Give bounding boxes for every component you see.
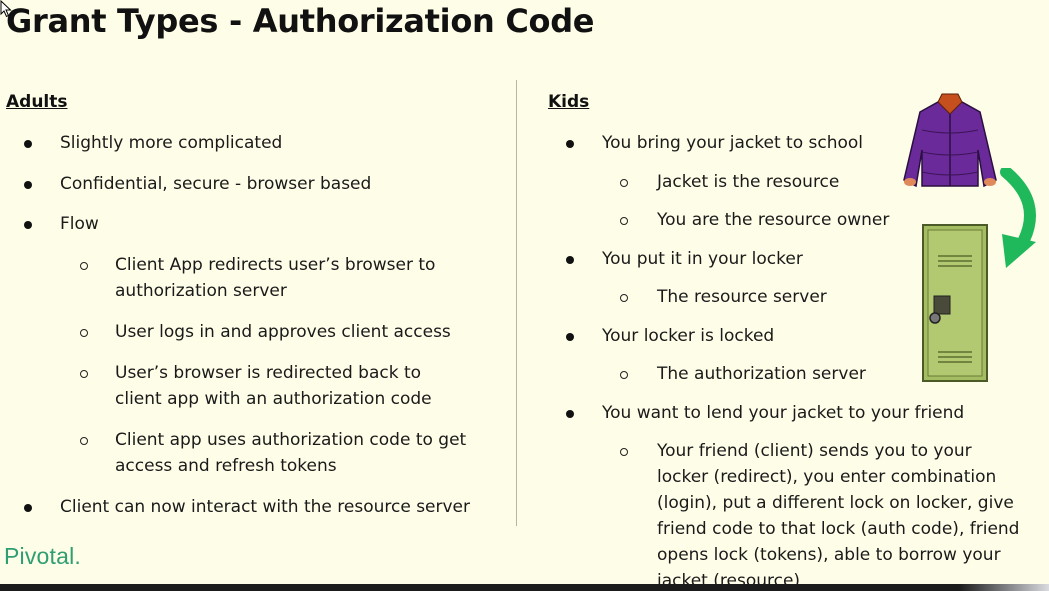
kids-list-item: You bring your jacket to school [602, 130, 863, 156]
kids-list-item: Your friend (client) sends you to your lo… [657, 438, 1019, 591]
adults-list-item-line: access and refresh tokens [115, 456, 337, 476]
adults-list-item: User’s browser is redirected back to clie… [115, 360, 432, 412]
sub-bullet-icon [80, 370, 88, 378]
kids-list-item: The resource server [657, 284, 827, 310]
kids-list-item-line: locker (redirect), you enter combination [657, 467, 997, 487]
bullet-icon [566, 140, 574, 148]
adults-list-item-line: Client can now interact with the resourc… [60, 497, 471, 517]
kids-list-item-line: Your friend (client) sends you to your [657, 441, 972, 461]
curved-arrow-icon [1000, 168, 1036, 268]
kids-list-item: Your locker is locked [602, 323, 774, 349]
kids-list-item-line: opens lock (tokens), able to borrow your [657, 545, 1001, 565]
adults-list-item: Client App redirects user’s browser to au… [115, 252, 435, 304]
adults-list-item: Client app uses authorization code to ge… [115, 427, 466, 479]
bullet-icon [566, 333, 574, 341]
adults-list-item-line: client app with an authorization code [115, 389, 432, 409]
bullet-icon [566, 256, 574, 264]
adults-list-item: User logs in and approves client access [115, 319, 451, 345]
bullet-icon [24, 140, 32, 148]
sub-bullet-icon [80, 437, 88, 445]
adults-list-item-line: Slightly more complicated [60, 133, 283, 153]
kids-list-item: The authorization server [657, 361, 866, 387]
adults-list-item-line: Flow [60, 214, 99, 234]
kids-list-item: You want to lend your jacket to your fri… [602, 400, 964, 426]
adults-list-item: Client can now interact with the resourc… [60, 494, 470, 520]
slide-title: Grant Types - Authorization Code [6, 2, 595, 40]
sub-bullet-icon [620, 371, 628, 379]
adults-list-item-line: authorization server [115, 281, 287, 301]
sub-bullet-icon [620, 179, 628, 187]
kids-heading: Kids [548, 92, 590, 112]
adults-list-item-line: Client app uses authorization code to ge… [115, 430, 467, 450]
kids-list-item-line: friend code to that lock (auth code), fr… [657, 519, 1020, 539]
video-bottom-bar [0, 584, 1049, 591]
adults-list-item-line: User logs in and approves client access [115, 322, 451, 342]
column-divider [516, 80, 517, 526]
kids-list-item-line: You bring your jacket to school [602, 133, 864, 153]
kids-list-item: You put it in your locker [602, 246, 803, 272]
kids-list-item-line: You want to lend your jacket to your fri… [602, 403, 965, 423]
kids-list-item-line: The authorization server [657, 364, 866, 384]
slide: Grant Types - Authorization Code Adults … [0, 0, 1049, 591]
adults-list-item-line: User’s browser is redirected back to [115, 363, 422, 383]
kids-list-item: Jacket is the resource [657, 169, 839, 195]
sub-bullet-icon [80, 262, 88, 270]
locker-icon [922, 224, 988, 382]
bullet-icon [566, 410, 574, 418]
jacket-icon [903, 93, 997, 188]
sub-bullet-icon [80, 329, 88, 337]
kids-list-item-line: Jacket is the resource [657, 172, 840, 192]
bullet-icon [24, 504, 32, 512]
adults-list-item-line: Client App redirects user’s browser to [115, 255, 436, 275]
adults-heading: Adults [6, 92, 68, 112]
bullet-icon [24, 181, 32, 189]
kids-list-item-line: You are the resource owner [657, 210, 890, 230]
adults-list-item-line: Confidential, secure - browser based [60, 174, 372, 194]
adults-list-item: Flow [60, 211, 99, 237]
adults-list-item: Confidential, secure - browser based [60, 171, 371, 197]
kids-list-item-line: The resource server [657, 287, 827, 307]
kids-list-item-line: (login), put a different lock on locker,… [657, 493, 1014, 513]
kids-list-item: You are the resource owner [657, 207, 889, 233]
bullet-icon [24, 221, 32, 229]
kids-list-item-line: You put it in your locker [602, 249, 803, 269]
sub-bullet-icon [620, 294, 628, 302]
pivotal-logo: Pivotal. [4, 543, 82, 569]
kids-list-item-line: Your locker is locked [602, 326, 775, 346]
sub-bullet-icon [620, 217, 628, 225]
adults-list-item: Slightly more complicated [60, 130, 282, 156]
sub-bullet-icon [620, 448, 628, 456]
